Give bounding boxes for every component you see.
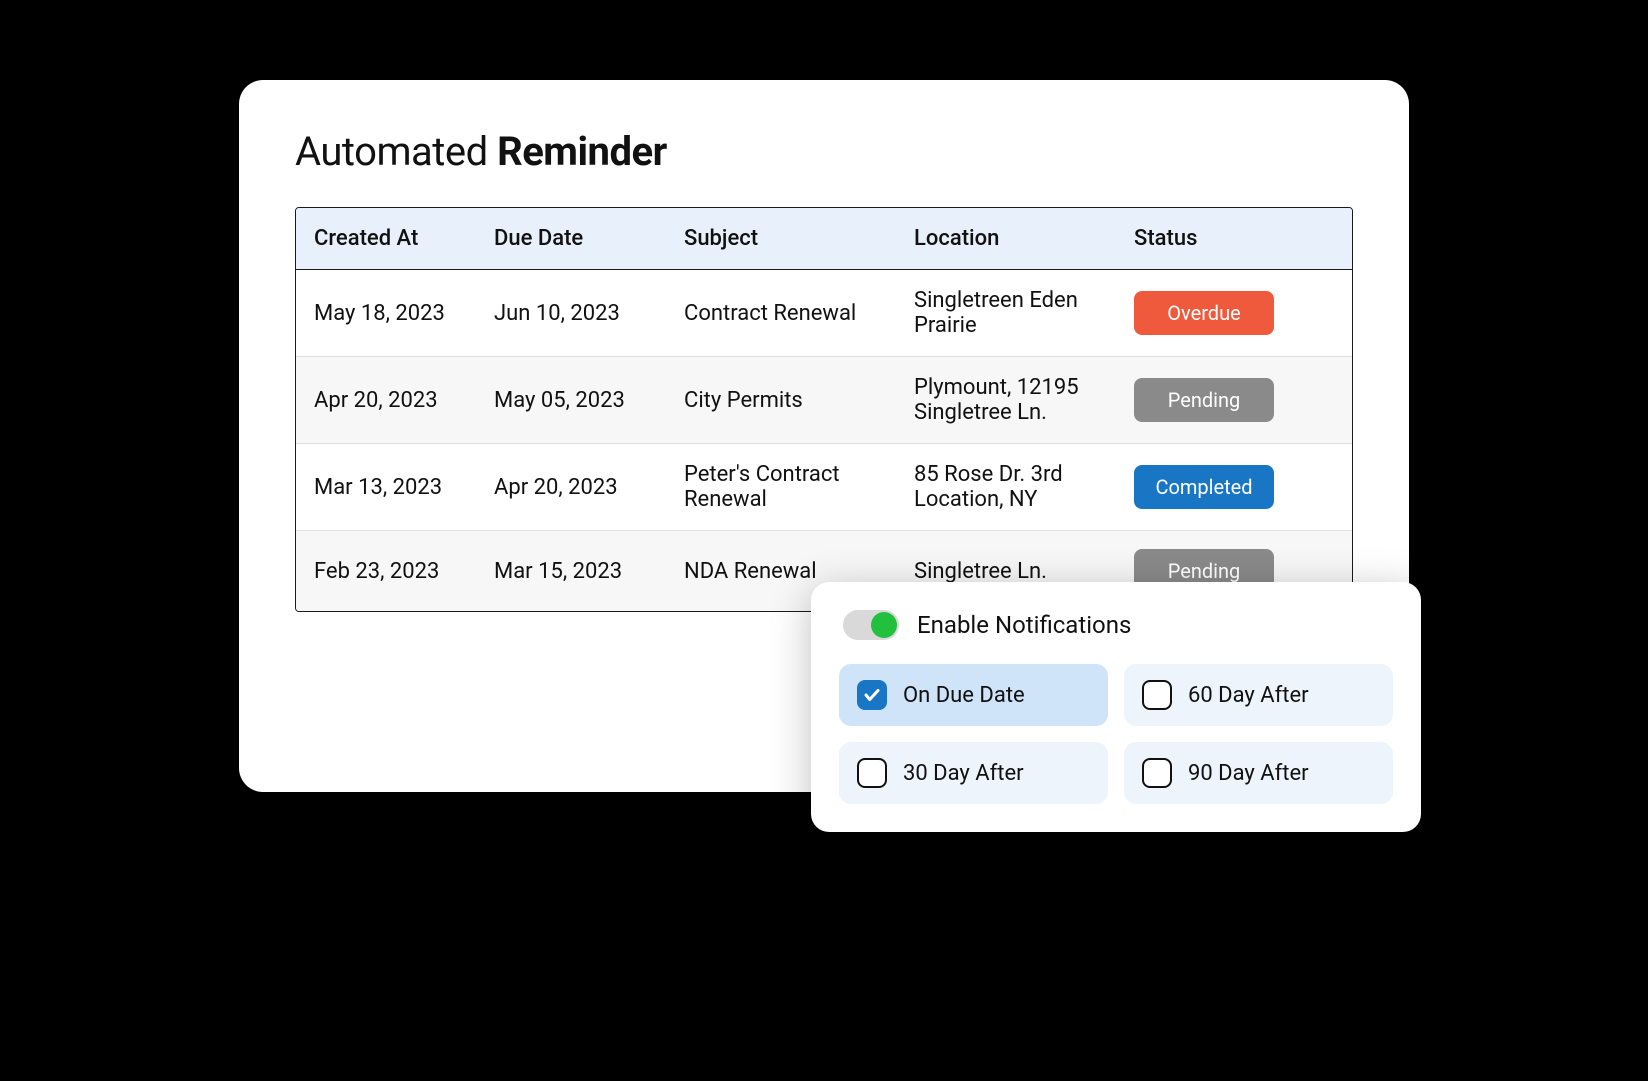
cell-status: Pending (1116, 360, 1352, 440)
header-created: Created At (296, 208, 476, 269)
table-row[interactable]: Mar 13, 2023Apr 20, 2023Peter's Contract… (296, 444, 1352, 531)
cell-created: Feb 23, 2023 (296, 541, 476, 602)
cell-created: Apr 20, 2023 (296, 370, 476, 431)
cell-status: Completed (1116, 447, 1352, 527)
table-header-row: Created At Due Date Subject Location Sta… (296, 208, 1352, 270)
header-status: Status (1116, 208, 1352, 269)
notification-option[interactable]: 90 Day After (1124, 742, 1393, 804)
cell-due: Jun 10, 2023 (476, 283, 666, 344)
reminders-table: Created At Due Date Subject Location Sta… (295, 207, 1353, 612)
header-location: Location (896, 208, 1116, 269)
table-row[interactable]: May 18, 2023Jun 10, 2023Contract Renewal… (296, 270, 1352, 357)
header-due: Due Date (476, 208, 666, 269)
cell-status: Overdue (1116, 273, 1352, 353)
enable-notifications-toggle[interactable] (843, 610, 899, 640)
header-subject: Subject (666, 208, 896, 269)
option-label: 60 Day After (1188, 683, 1309, 708)
cell-due: Mar 15, 2023 (476, 541, 666, 602)
cell-subject: City Permits (666, 370, 896, 431)
checkbox[interactable] (1142, 680, 1172, 710)
notification-options: On Due Date 60 Day After 30 Day After 90 Da… (839, 664, 1393, 804)
cell-created: Mar 13, 2023 (296, 457, 476, 518)
status-badge: Overdue (1134, 291, 1274, 335)
page-title: Automated Reminder (295, 128, 1353, 175)
cell-location: 85 Rose Dr. 3rd Location, NY (896, 444, 1116, 530)
cell-location: Plymount, 12195 Singletree Ln. (896, 357, 1116, 443)
table-body: May 18, 2023Jun 10, 2023Contract Renewal… (296, 270, 1352, 611)
cell-created: May 18, 2023 (296, 283, 476, 344)
checkbox[interactable] (857, 758, 887, 788)
toggle-knob (871, 612, 897, 638)
cell-due: May 05, 2023 (476, 370, 666, 431)
notification-option[interactable]: 30 Day After (839, 742, 1108, 804)
option-label: 30 Day After (903, 761, 1024, 786)
notifications-popup: Enable Notifications On Due Date 60 Day A… (811, 582, 1421, 832)
checkbox[interactable] (1142, 758, 1172, 788)
title-bold: Reminder (497, 128, 667, 175)
notification-option[interactable]: 60 Day After (1124, 664, 1393, 726)
status-badge: Completed (1134, 465, 1274, 509)
reminder-card: Automated Reminder Created At Due Date S… (239, 80, 1409, 792)
status-badge: Pending (1134, 378, 1274, 422)
cell-subject: Peter's Contract Renewal (666, 444, 896, 530)
cell-due: Apr 20, 2023 (476, 457, 666, 518)
cell-location: Singletreen Eden Prairie (896, 270, 1116, 356)
toggle-label: Enable Notifications (917, 611, 1131, 639)
title-prefix: Automated (295, 128, 497, 175)
option-label: 90 Day After (1188, 761, 1309, 786)
cell-subject: Contract Renewal (666, 283, 896, 344)
table-row[interactable]: Apr 20, 2023May 05, 2023City PermitsPlym… (296, 357, 1352, 444)
checkbox[interactable] (857, 680, 887, 710)
notification-option[interactable]: On Due Date (839, 664, 1108, 726)
option-label: On Due Date (903, 683, 1025, 708)
toggle-row: Enable Notifications (839, 610, 1393, 640)
